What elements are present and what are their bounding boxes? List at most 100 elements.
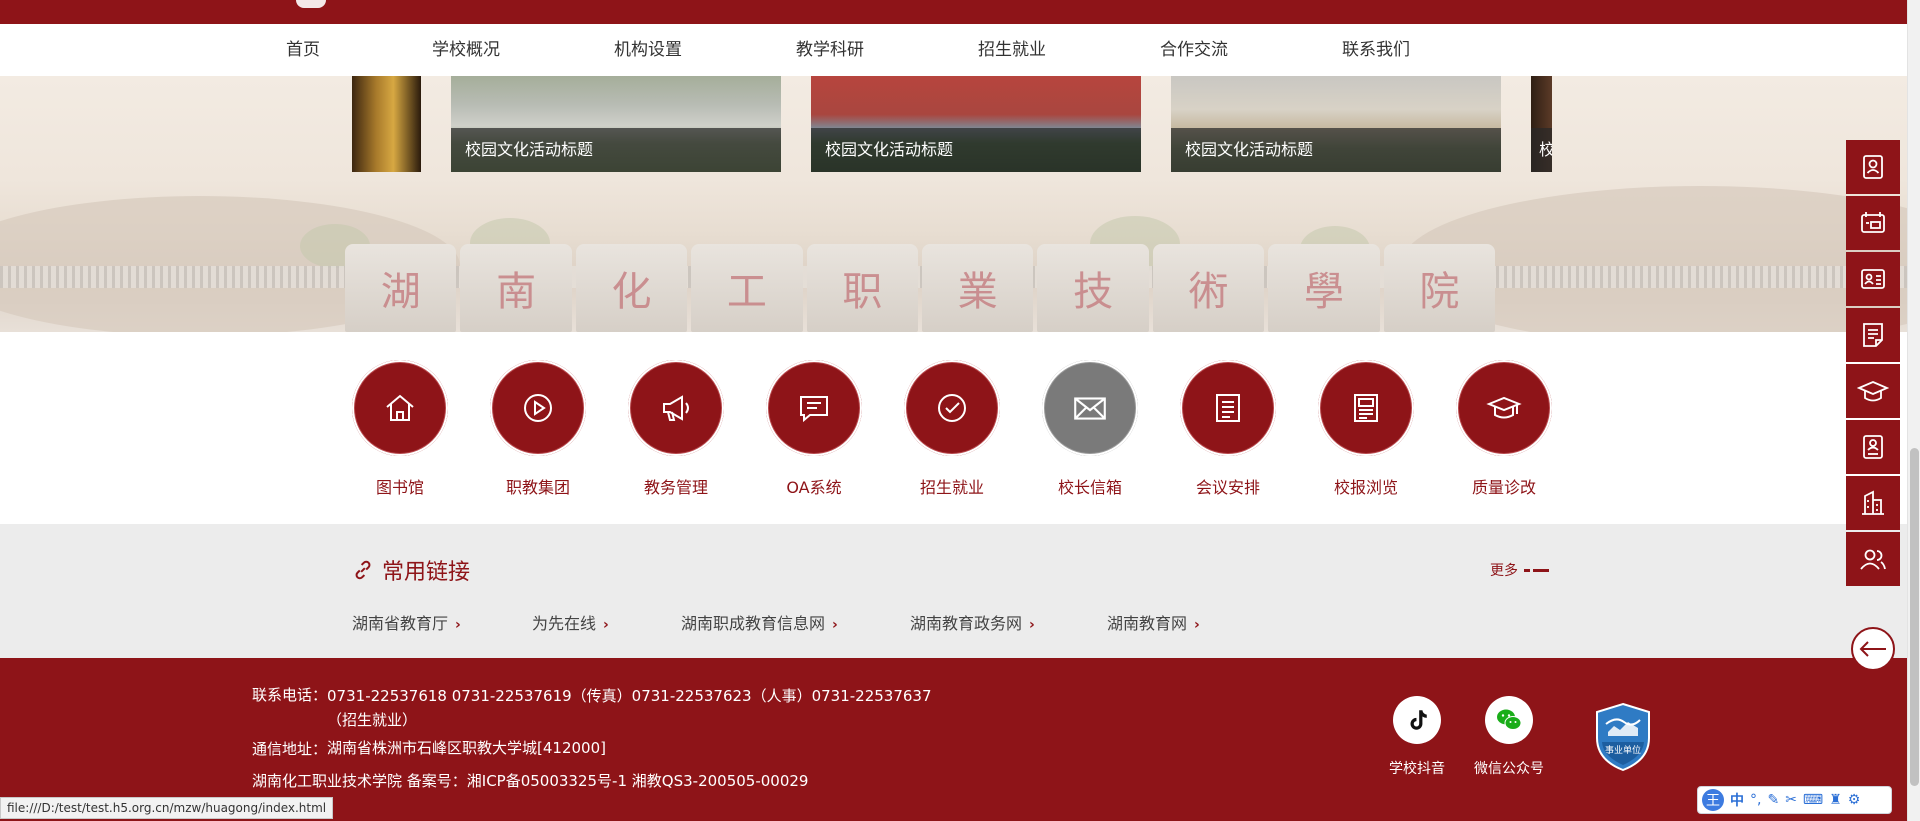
common-link-item[interactable]: 湖南省教育厅 › (352, 610, 461, 634)
nav-item-contact[interactable]: 联系我们 (1342, 24, 1410, 76)
nav-item-cooperation[interactable]: 合作交流 (1160, 24, 1228, 76)
common-link-text: 湖南省教育厅 (352, 614, 449, 633)
quick-link-circle (904, 360, 1000, 456)
quick-link-label: 招生就业 (919, 478, 984, 497)
sidebar-button-contact[interactable] (1846, 140, 1900, 194)
sidebar-button-id[interactable] (1846, 196, 1900, 250)
footer-phone: 联系电话： 0731-22537618 0731-22537619（传真）073… (252, 684, 947, 732)
sidebar-button-notes[interactable] (1846, 308, 1900, 362)
megaphone-icon (663, 395, 689, 421)
slide-caption: 校园文化活动标题 (451, 128, 781, 172)
wechat-glyph (1497, 709, 1522, 730)
footer-address: 通信地址： 湖南省株洲市石峰区职教大学城[412000] (252, 738, 947, 759)
nav-item-about[interactable]: 学校概况 (432, 24, 500, 76)
ime-settings-icon[interactable]: ⚙ (1848, 792, 1861, 808)
stone-char: 湖 (380, 269, 421, 315)
ime-punctuation-icon[interactable]: °, (1750, 792, 1761, 808)
common-link-item[interactable]: 湖南教育网 › (1107, 610, 1200, 634)
ime-keyboard-icon[interactable]: ⌨ (1803, 792, 1823, 808)
scrollbar-thumb[interactable] (1910, 448, 1919, 786)
chevron-right-icon: › (832, 617, 838, 633)
sidebar-button-campus[interactable] (1846, 476, 1900, 530)
stone-block: 南 (460, 244, 572, 332)
tiktok-glyph (1410, 710, 1427, 730)
quick-links-section: 图书馆 职教集团 教务管理 OA系统 招生就业 校长信箱 会议安排 校报浏览 质… (0, 332, 1907, 524)
list-icon (1216, 394, 1240, 422)
notepad-icon (1863, 323, 1883, 347)
quick-link-vocational-group[interactable]: 职教集团 (478, 360, 598, 498)
sidebar-button-users[interactable] (1846, 532, 1900, 586)
stone-char: 技 (1073, 269, 1114, 315)
page-scrollbar[interactable] (1907, 0, 1920, 821)
slide-card-partial[interactable]: 校 (1531, 76, 1552, 172)
slide-card[interactable]: 校园文化活动标题 (1171, 76, 1501, 172)
sidebar-button-documents[interactable] (1846, 420, 1900, 474)
quick-link-school-newspaper[interactable]: 校报浏览 (1306, 360, 1426, 498)
slide-card[interactable]: 校园文化活动标题 (451, 76, 781, 172)
quick-link-oa-system[interactable]: OA系统 (754, 360, 874, 498)
stone-block: 工 (691, 244, 803, 332)
nav-item-admissions[interactable]: 招生就业 (978, 24, 1046, 76)
slide-card-partial[interactable] (352, 76, 421, 172)
section-title-text: 常用链接 (382, 560, 471, 585)
footer-address-label: 通信地址： (252, 740, 328, 758)
stone-block: 學 (1268, 244, 1380, 332)
common-link-text: 湖南教育政务网 (910, 614, 1023, 633)
chevron-right-icon: › (455, 617, 461, 633)
stone-char: 業 (957, 269, 998, 315)
section-title: 常用链接 (352, 554, 470, 586)
footer-phone-value: 0731-22537618 0731-22537619（传真）0731-2253… (327, 687, 932, 729)
quick-link-label: 教务管理 (643, 478, 708, 497)
quick-link-admissions[interactable]: 招生就业 (892, 360, 1012, 498)
ime-pen-icon[interactable]: ✎ (1767, 792, 1779, 808)
mail-icon (1074, 397, 1106, 420)
common-link-text: 为先在线 (532, 614, 597, 633)
stone-char: 術 (1188, 269, 1229, 315)
contact-card-icon (1863, 155, 1883, 179)
graduation-cap-icon (1857, 381, 1889, 402)
stone-block: 湖 (345, 244, 457, 332)
quick-link-circle (352, 360, 448, 456)
ime-skin-icon[interactable]: ♜ (1829, 792, 1842, 808)
sidebar-button-profile[interactable] (1846, 252, 1900, 306)
home-icon (386, 394, 414, 421)
tiktok-icon (1393, 696, 1441, 744)
footer-icp: 湖南化工职业技术学院 备案号：湘ICP备05003325号-1 湘教QS3-20… (252, 770, 808, 791)
ime-toolbar: 王 中 °, ✎ ✂ ⌨ ♜ ⚙ (1697, 786, 1892, 814)
ime-scissors-icon[interactable]: ✂ (1785, 792, 1797, 808)
stone-char: 南 (496, 269, 537, 315)
quick-link-academic-affairs[interactable]: 教务管理 (616, 360, 736, 498)
quick-link-quality-review[interactable]: 质量诊改 (1444, 360, 1564, 498)
quick-link-principal-mailbox[interactable]: 校长信箱 (1030, 360, 1150, 498)
stone-char: 學 (1303, 269, 1344, 315)
quick-link-circle (1042, 360, 1138, 456)
chevron-right-icon: › (1029, 617, 1035, 633)
badge-text: 事业单位 (1605, 744, 1641, 756)
ime-mode-toggle[interactable]: 中 (1730, 790, 1744, 810)
quick-link-label: 图书馆 (375, 478, 424, 497)
more-link[interactable]: 更多 (1490, 560, 1549, 580)
common-link-item[interactable]: 为先在线 › (532, 610, 609, 634)
stone-block: 职 (806, 244, 919, 332)
users-icon (1860, 549, 1886, 570)
wechat-icon (1485, 696, 1533, 744)
nav-item-teaching-research[interactable]: 教学科研 (796, 24, 864, 76)
nav-item-departments[interactable]: 机构设置 (614, 24, 682, 76)
quick-link-library[interactable]: 图书馆 (340, 360, 460, 498)
common-link-item[interactable]: 湖南职成教育信息网 › (681, 610, 838, 634)
slide-caption: 校园文化活动标题 (1171, 128, 1501, 172)
slide-caption: 校园文化活动标题 (811, 128, 1141, 172)
back-to-top-button[interactable] (1851, 627, 1895, 671)
quick-link-meetings[interactable]: 会议安排 (1168, 360, 1288, 498)
sidebar-button-education[interactable] (1846, 364, 1900, 418)
status-bar-url: file:///D:/test/test.h5.org.cn/mzw/huago… (0, 797, 334, 819)
footer-phone-label: 联系电话： (252, 686, 328, 704)
slide-card[interactable]: 校园文化活动标题 (811, 76, 1141, 172)
quick-link-circle (766, 360, 862, 456)
nav-item-home[interactable]: 首页 (286, 24, 320, 76)
ime-logo-icon[interactable]: 王 (1702, 789, 1724, 811)
common-link-item[interactable]: 湖南教育政务网 › (910, 610, 1035, 634)
public-institution-badge[interactable]: 事业单位 (1594, 702, 1652, 772)
footer-wechat[interactable]: 微信公众号 (1454, 696, 1564, 778)
more-dash-icon (1524, 568, 1530, 572)
